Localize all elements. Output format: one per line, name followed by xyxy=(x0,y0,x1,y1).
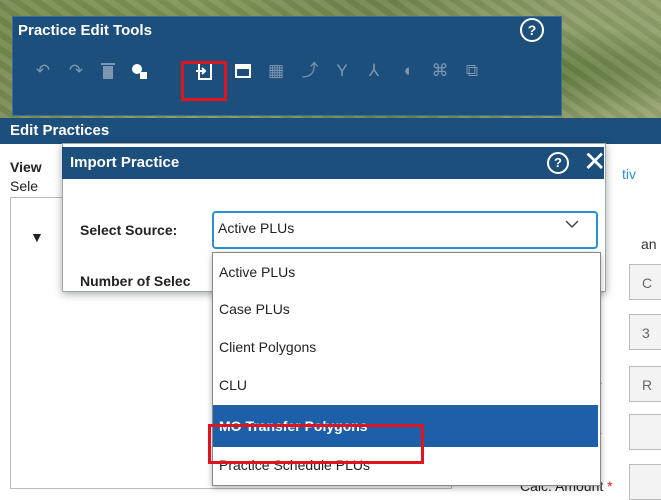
dropdown-option[interactable]: Case PLUs xyxy=(213,290,598,328)
expand-arrow-icon[interactable]: ▼ xyxy=(30,229,44,245)
select-source-label: Select Source: xyxy=(80,222,178,238)
option-highlight xyxy=(208,424,424,464)
delete-icon[interactable] xyxy=(95,58,121,84)
split-icon[interactable]: Y xyxy=(329,58,355,84)
view-label: View xyxy=(10,159,42,175)
help-icon[interactable]: ? xyxy=(547,152,569,174)
vertex-icon[interactable]: ⅄ xyxy=(361,58,387,84)
import-practice-title: Import Practice xyxy=(70,154,180,171)
undo-icon[interactable]: ↶ xyxy=(30,58,56,84)
grid-icon[interactable]: ▦ xyxy=(263,58,289,84)
chevron-down-icon[interactable] xyxy=(565,216,579,234)
tab-cut-label[interactable]: tiv xyxy=(622,166,636,182)
calc-amount-input[interactable] xyxy=(629,464,661,500)
dropdown-option[interactable]: Active PLUs xyxy=(213,253,598,291)
source-select-value: Active PLUs xyxy=(218,220,295,236)
import-tool-highlight xyxy=(181,61,227,101)
close-icon[interactable]: ✕ xyxy=(583,146,606,178)
draw-line-icon[interactable]: ⤴ xyxy=(297,58,323,84)
field-cut-input[interactable]: C xyxy=(629,264,661,300)
redo-icon[interactable]: ↷ xyxy=(63,58,89,84)
field-cut-input[interactable]: 3 xyxy=(629,314,661,350)
name-input[interactable]: R xyxy=(629,366,661,402)
copy-icon[interactable]: ⧉ xyxy=(459,58,485,84)
help-icon[interactable]: ? xyxy=(520,18,544,42)
rectangle-icon[interactable] xyxy=(230,58,256,84)
merge-icon[interactable]: ⌘ xyxy=(427,58,453,84)
amount-input[interactable] xyxy=(629,414,661,450)
dropdown-option[interactable]: Client Polygons xyxy=(213,328,598,366)
dropdown-option[interactable]: CLU xyxy=(213,366,598,404)
select-icon[interactable] xyxy=(127,58,153,84)
select-label: Sele xyxy=(10,178,39,194)
reshape-icon[interactable]: ◖ xyxy=(394,58,420,84)
field-cut-label: an xyxy=(641,236,657,252)
practice-edit-tools-title: Practice Edit Tools xyxy=(18,22,152,39)
number-selected-label: Number of Selec xyxy=(80,273,191,289)
edit-practices-title: Edit Practices xyxy=(10,122,110,139)
